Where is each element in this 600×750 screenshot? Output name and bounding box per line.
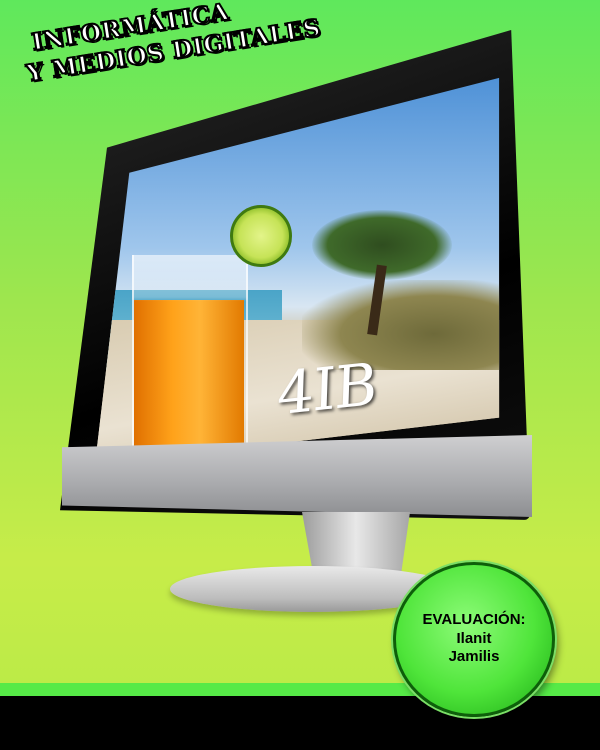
badge-name-2: Jamilis — [448, 648, 500, 665]
badge-name-1: Ilanit — [456, 630, 492, 647]
evaluation-badge: EVALUACIÓN: Ilanit Jamilis — [393, 562, 555, 717]
juice-glass — [132, 255, 248, 465]
monitor-chin — [62, 435, 532, 517]
screen-label: 4IB — [276, 349, 378, 429]
lime-slice-icon — [230, 205, 292, 267]
monitor-stand-neck — [302, 512, 410, 572]
badge-heading: EVALUACIÓN: — [422, 611, 526, 628]
